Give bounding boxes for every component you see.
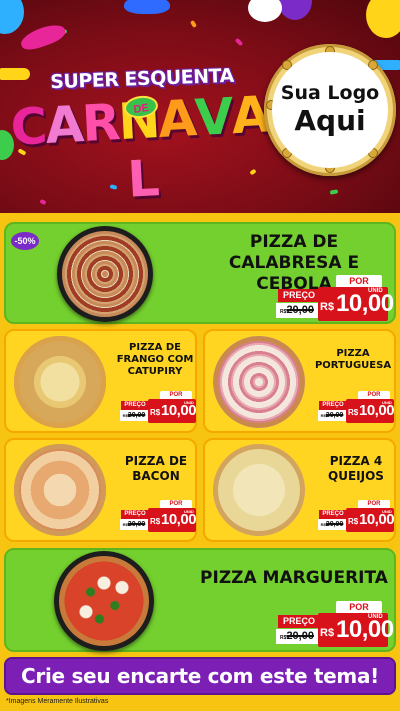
- price-new: R$ 10,00 UNID: [318, 613, 394, 647]
- price-old: R$20,00: [120, 519, 148, 530]
- price-new-currency: R$: [348, 517, 359, 526]
- price-unit: UNID: [382, 400, 392, 405]
- pizza-marguerita-image: [54, 551, 154, 651]
- price-tag: POR PREÇO R$20,00 R$ 10,00 UNID: [120, 500, 197, 532]
- price-unit: UNID: [382, 509, 392, 514]
- price-new-currency: R$: [150, 408, 161, 417]
- price-unit: UNID: [184, 509, 194, 514]
- carnival-mask-icon: [18, 20, 68, 54]
- price-old: R$20,00: [120, 410, 148, 421]
- headline-letter: A: [156, 89, 197, 150]
- confetti-decoration: [329, 189, 339, 195]
- price-old: R$20,00: [276, 303, 318, 318]
- price-old-value: 20,00: [325, 521, 344, 528]
- price-old-value: 20,00: [286, 630, 314, 642]
- price-unit: UNID: [184, 400, 194, 405]
- create-flyer-button[interactable]: Crie seu encarte com este tema!: [4, 657, 396, 695]
- price-preco-label: PREÇO: [121, 401, 149, 410]
- product-name: PIZZA MARGUERITA: [200, 568, 388, 588]
- price-tag: POR PREÇO R$20,00 R$ 10,00 UNID: [276, 601, 394, 647]
- product-name: PIZZA DE FRANGO COM CATUPIRY: [116, 342, 194, 377]
- price-new: R$ 10,00 UNID: [346, 399, 395, 423]
- price-new-value: 10,00: [336, 290, 394, 317]
- price-preco-label: PREÇO: [121, 510, 149, 519]
- price-preco-label: PREÇO: [278, 615, 320, 628]
- price-unit: UNID: [368, 288, 383, 294]
- carnival-mask-icon: [124, 0, 170, 14]
- price-new-currency: R$: [150, 517, 161, 526]
- price-old: R$20,00: [318, 410, 346, 421]
- price-new: R$ 10,00 UNID: [148, 399, 197, 423]
- headline-letter: C: [9, 97, 47, 157]
- disclaimer-footnote: *Imagens Meramente Ilustrativas: [6, 698, 109, 705]
- header-banner: SUPER ESQUENTA CARNAVAL DE Sua Logo Aqui: [0, 0, 400, 213]
- price-tag: POR PREÇO R$20,00 R$ 10,00 UNID: [120, 391, 197, 423]
- price-new-currency: R$: [348, 408, 359, 417]
- price-old-value: 20,00: [127, 412, 146, 419]
- price-new-currency: R$: [320, 627, 335, 639]
- price-old-value: 20,00: [127, 521, 146, 528]
- headline-letter: V: [193, 87, 234, 148]
- logo-text-line2: Aqui: [294, 104, 366, 137]
- price-preco-label: PREÇO: [278, 289, 320, 302]
- trumpet-icon: [0, 68, 30, 80]
- headline-letter: A: [43, 95, 84, 155]
- price-preco-label: PREÇO: [319, 401, 347, 410]
- confetti-decoration: [190, 19, 197, 29]
- balloon-decoration: [366, 0, 400, 38]
- pizza-portuguesa-image: [213, 336, 305, 428]
- pizza-bacon-image: [14, 444, 106, 536]
- price-tag: POR PREÇO R$20,00 R$ 10,00 UNID: [276, 275, 394, 321]
- price-old: R$20,00: [318, 519, 346, 530]
- price-new: R$ 10,00 UNID: [148, 508, 197, 532]
- price-tag: POR PREÇO R$20,00 R$ 10,00 UNID: [318, 391, 395, 423]
- price-unit: UNID: [368, 614, 383, 620]
- headline-letter: L: [126, 149, 159, 209]
- price-tag: POR PREÇO R$20,00 R$ 10,00 UNID: [318, 500, 395, 532]
- balloon-decoration: [0, 0, 24, 34]
- price-new: R$ 10,00 UNID: [346, 508, 395, 532]
- product-name: PIZZA 4 QUEIJOS: [328, 454, 384, 483]
- pizza-frango-image: [14, 336, 106, 428]
- price-new-currency: R$: [320, 301, 335, 313]
- price-old: R$20,00: [276, 629, 318, 644]
- product-name: PIZZA DE BACON: [124, 454, 188, 483]
- discount-badge: -50%: [11, 232, 39, 250]
- headline-letter: R: [80, 93, 120, 154]
- balloon-decoration: [248, 0, 282, 22]
- price-preco-label: PREÇO: [319, 510, 347, 519]
- pizza-calabresa-image: [57, 226, 153, 322]
- logo-placeholder[interactable]: Sua Logo Aqui: [272, 52, 388, 168]
- price-new: R$ 10,00 UNID: [318, 287, 394, 321]
- logo-text-line1: Sua Logo: [280, 82, 380, 104]
- product-name: PIZZA PORTUGUESA: [314, 348, 392, 371]
- price-old-value: 20,00: [286, 304, 314, 316]
- price-old-value: 20,00: [325, 412, 344, 419]
- pizza-4-queijos-image: [213, 444, 305, 536]
- confetti-decoration: [234, 37, 244, 47]
- balloon-decoration: [278, 0, 312, 20]
- price-new-value: 10,00: [336, 616, 394, 643]
